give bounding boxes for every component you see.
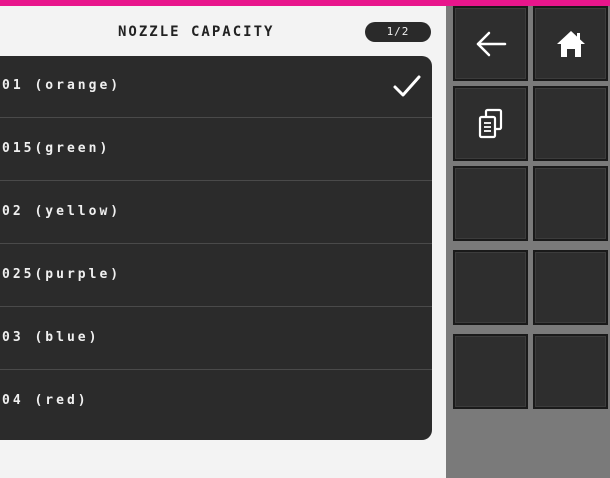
empty-button-8[interactable] <box>533 250 608 325</box>
copy-button[interactable] <box>453 86 528 161</box>
empty-button-7[interactable] <box>453 250 528 325</box>
nozzle-item-025[interactable]: 025(purple) <box>0 245 432 307</box>
empty-button-6[interactable] <box>533 166 608 241</box>
nozzle-item-label: 01 (orange) <box>2 78 122 93</box>
nozzle-item-label: 04 (red) <box>2 393 89 408</box>
copy-icon <box>478 108 502 138</box>
nozzle-item-01[interactable]: 01 (orange) <box>0 56 432 118</box>
empty-button-9[interactable] <box>453 334 528 409</box>
page-indicator: 1/2 <box>365 22 431 42</box>
empty-button-4[interactable] <box>533 86 608 161</box>
nozzle-item-label: 025(purple) <box>2 267 122 282</box>
nozzle-item-label: 03 (blue) <box>2 330 100 345</box>
nozzle-item-02[interactable]: 02 (yellow) <box>0 182 432 244</box>
empty-button-5[interactable] <box>453 166 528 241</box>
nozzle-item-015[interactable]: 015(green) <box>0 119 432 181</box>
back-button[interactable] <box>453 6 528 81</box>
home-button[interactable] <box>533 6 608 81</box>
checkmark-icon <box>393 75 421 97</box>
nozzle-list: 01 (orange) 015(green) 02 (yellow) 025(p… <box>0 56 432 440</box>
nozzle-item-label: 02 (yellow) <box>2 204 122 219</box>
nozzle-item-label: 015(green) <box>2 141 111 156</box>
nozzle-item-03[interactable]: 03 (blue) <box>0 308 432 370</box>
empty-button-10[interactable] <box>533 334 608 409</box>
nozzle-item-04[interactable]: 04 (red) <box>0 371 432 433</box>
page-title: NOZZLE CAPACITY <box>118 24 275 40</box>
arrow-left-icon <box>476 31 506 56</box>
home-icon <box>556 30 585 57</box>
